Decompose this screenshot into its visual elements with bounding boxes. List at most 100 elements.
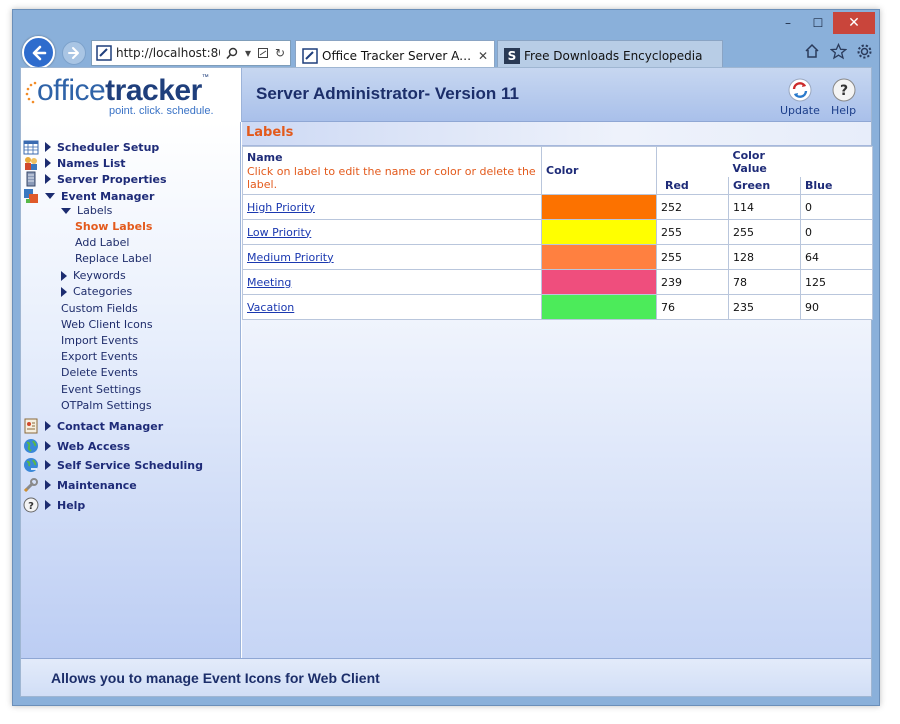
sidebar-item-custom-fields[interactable]: Custom Fields	[61, 302, 138, 315]
update-button[interactable]: Update	[780, 78, 820, 117]
help-button[interactable]: ? Help	[831, 78, 856, 117]
sidebar-item-contact-manager[interactable]: Contact Manager	[23, 418, 163, 434]
tab-free-downloads[interactable]: S Free Downloads Encyclopedia	[497, 40, 723, 70]
table-row: Meeting 239 78 125	[242, 269, 873, 295]
table-row: High Priority 252 114 0	[242, 194, 873, 220]
update-label: Update	[780, 104, 820, 117]
logo[interactable]: officetracker™ point. click. schedule.	[21, 68, 242, 122]
label-name-cell: Medium Priority	[242, 244, 542, 270]
label-link-medium-priority[interactable]: Medium Priority	[247, 251, 334, 264]
collapse-arrow-icon[interactable]	[45, 193, 55, 199]
sidebar-item-event-manager[interactable]: Event Manager	[23, 188, 154, 204]
name-header-label: Name	[247, 150, 283, 164]
expand-arrow-icon[interactable]	[45, 421, 51, 431]
favorites-star-icon[interactable]	[829, 42, 847, 60]
minimize-button[interactable]: –	[773, 12, 803, 34]
home-icon[interactable]	[803, 42, 821, 60]
sidebar-item-names-list[interactable]: Names List	[23, 155, 126, 171]
sidebar-item-maintenance[interactable]: Maintenance	[23, 477, 137, 493]
sidebar-item-label: OTPalm Settings	[61, 399, 152, 412]
column-header-green: Green	[728, 177, 801, 195]
expand-arrow-icon[interactable]	[45, 158, 51, 168]
sidebar-item-help[interactable]: ? Help	[23, 497, 85, 513]
red-value-cell: 255	[656, 219, 729, 245]
table-row: Vacation 76 235 90	[242, 294, 873, 320]
expand-arrow-icon[interactable]	[45, 441, 51, 451]
settings-gear-icon[interactable]	[855, 42, 873, 60]
sidebar-item-labels[interactable]: Labels	[61, 204, 112, 217]
sidebar-item-label: Maintenance	[57, 478, 137, 492]
tab-office-tracker[interactable]: Office Tracker Server Admi... ✕	[295, 40, 495, 70]
tab-close-icon[interactable]: ✕	[478, 49, 488, 63]
search-icon[interactable]	[226, 47, 239, 60]
collapse-arrow-icon[interactable]	[61, 207, 71, 214]
label-color-cell	[541, 194, 657, 220]
back-arrow-icon	[32, 45, 46, 60]
sidebar-item-replace-label[interactable]: Replace Label	[75, 252, 152, 265]
address-bar[interactable]: http://localhost:800 ▾ ↻	[91, 40, 291, 66]
forward-button[interactable]	[62, 41, 86, 65]
sidebar-item-delete-events[interactable]: Delete Events	[61, 366, 138, 379]
softpedia-favicon-icon: S	[504, 47, 520, 64]
color-swatch	[542, 195, 656, 219]
sidebar-item-web-client-icons[interactable]: Web Client Icons	[61, 318, 153, 331]
event-manager-icon	[23, 188, 39, 204]
table-row: Low Priority 255 255 0	[242, 219, 873, 245]
expand-arrow-icon[interactable]	[45, 142, 51, 152]
sidebar-item-server-properties[interactable]: Server Properties	[23, 171, 167, 187]
sidebar-item-label: Help	[57, 498, 86, 512]
red-value-cell: 255	[656, 244, 729, 270]
svg-text:?: ?	[839, 83, 847, 99]
sidebar-item-categories[interactable]: Categories	[61, 285, 132, 298]
expand-arrow-icon[interactable]	[45, 460, 51, 470]
expand-arrow-icon[interactable]	[61, 286, 67, 297]
address-url[interactable]: http://localhost:800	[116, 46, 220, 60]
page-content: officetracker™ point. click. schedule. S…	[20, 67, 873, 697]
sidebar-item-label: Scheduler Setup	[57, 140, 160, 154]
sidebar-item-label: Event Manager	[61, 189, 155, 203]
section-title: Labels	[246, 125, 294, 140]
back-button[interactable]	[22, 36, 55, 69]
officetracker-favicon-icon	[96, 45, 112, 61]
sidebar-item-web-access[interactable]: Web Access	[23, 438, 130, 454]
sidebar-item-export-events[interactable]: Export Events	[61, 350, 138, 363]
server-icon	[23, 171, 39, 187]
label-link-high-priority[interactable]: High Priority	[247, 201, 315, 214]
refresh-icon[interactable]: ↻	[275, 46, 285, 60]
table-header-row: Name Click on label to edit the name or …	[242, 146, 873, 195]
blue-value-cell: 125	[800, 269, 873, 295]
section-header: Labels	[242, 122, 871, 146]
sidebar-item-keywords[interactable]: Keywords	[61, 269, 126, 282]
green-value-cell: 114	[728, 194, 801, 220]
sidebar-item-import-events[interactable]: Import Events	[61, 334, 138, 347]
label-link-meeting[interactable]: Meeting	[247, 276, 291, 289]
compatibility-view-icon[interactable]	[257, 47, 269, 59]
sidebar-item-otpalm-settings[interactable]: OTPalm Settings	[61, 399, 152, 412]
update-refresh-icon	[788, 78, 812, 102]
expand-arrow-icon[interactable]	[61, 270, 67, 281]
dropdown-arrow-icon[interactable]: ▾	[245, 46, 251, 60]
label-link-vacation[interactable]: Vacation	[247, 301, 294, 314]
expand-arrow-icon[interactable]	[45, 500, 51, 510]
page-title: Server Administrator- Version 11	[256, 84, 519, 103]
browser-tools	[803, 42, 873, 60]
sidebar-item-label: Labels	[77, 204, 113, 217]
close-window-button[interactable]: ✕	[833, 12, 875, 34]
sidebar-item-event-settings[interactable]: Event Settings	[61, 383, 141, 396]
sidebar-item-show-labels[interactable]: Show Labels	[75, 220, 152, 233]
people-icon	[23, 155, 39, 171]
browser-window: – ☐ ✕ http://localhost:800 ▾ ↻ Office Tr…	[12, 9, 880, 706]
sidebar-item-add-label[interactable]: Add Label	[75, 236, 129, 249]
expand-arrow-icon[interactable]	[45, 480, 51, 490]
app-header: officetracker™ point. click. schedule. S…	[21, 68, 871, 122]
label-link-low-priority[interactable]: Low Priority	[247, 226, 311, 239]
color-swatch	[542, 245, 656, 269]
sidebar-item-label: Import Events	[61, 334, 139, 347]
sidebar-item-scheduler-setup[interactable]: Scheduler Setup	[23, 139, 159, 155]
maximize-button[interactable]: ☐	[803, 12, 833, 34]
sidebar-item-self-service-scheduling[interactable]: Self Service Scheduling	[23, 457, 203, 473]
expand-arrow-icon[interactable]	[45, 174, 51, 184]
green-value-cell: 255	[728, 219, 801, 245]
sidebar-item-label: Categories	[73, 285, 133, 298]
column-header-blue: Blue	[800, 177, 873, 195]
